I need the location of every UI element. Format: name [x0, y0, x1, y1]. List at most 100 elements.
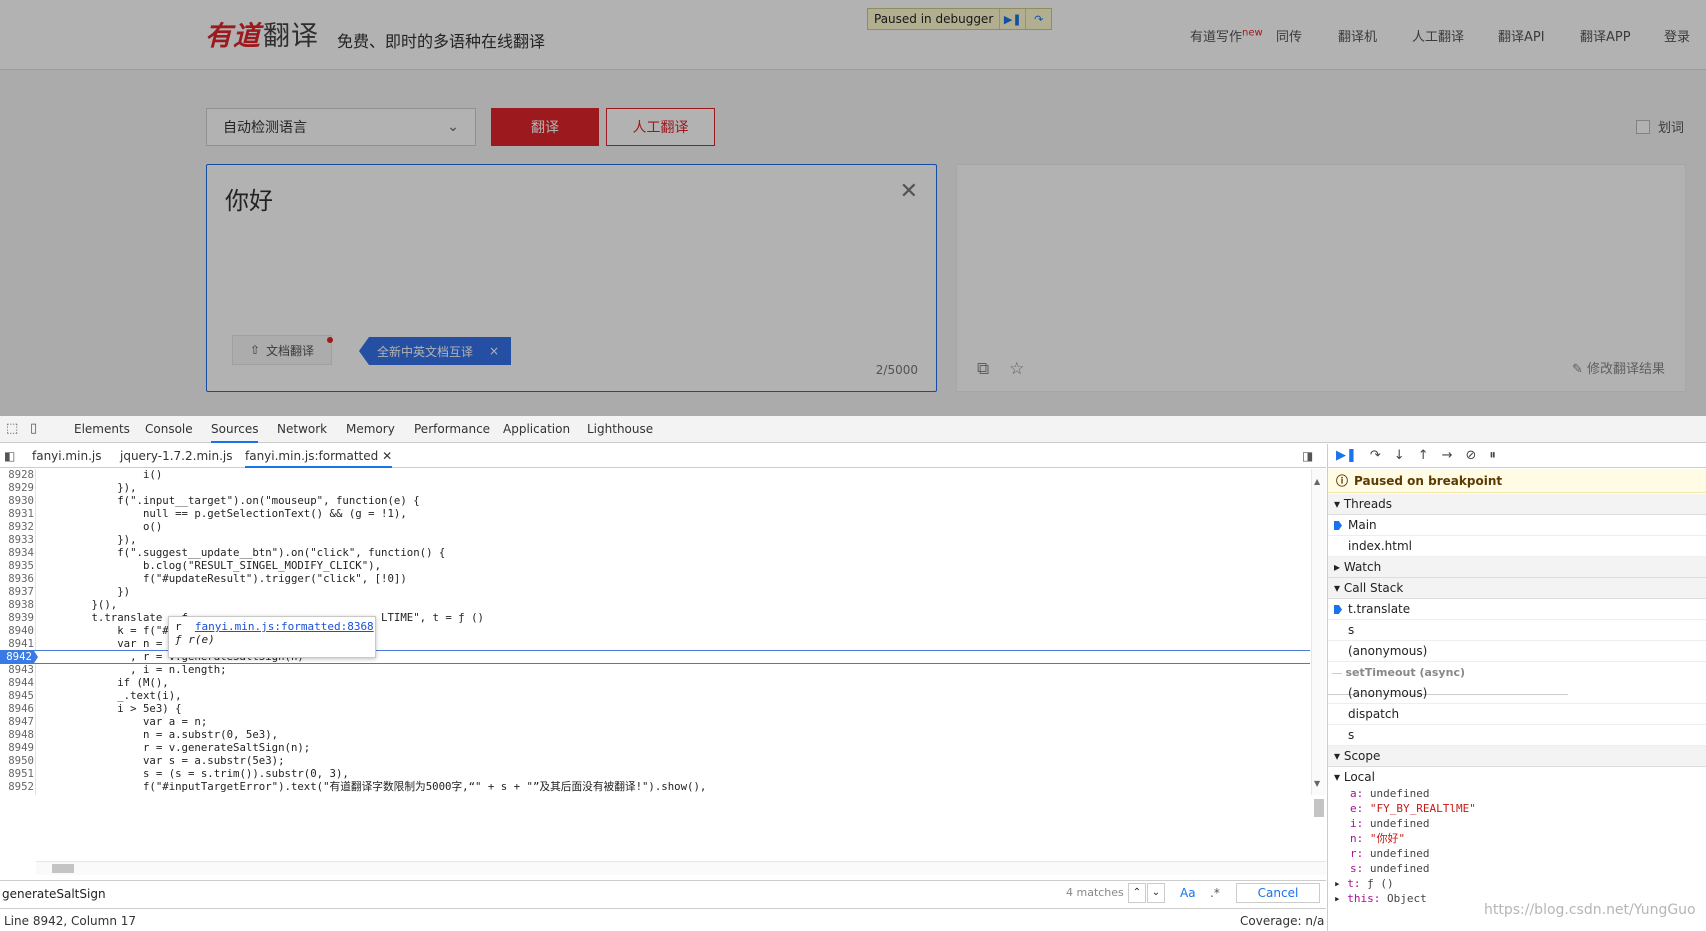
code-line[interactable]: }(), — [40, 598, 117, 612]
scope-section[interactable]: ▾ Scope — [1328, 746, 1706, 767]
editor-horizontal-scrollbar[interactable] — [36, 861, 1326, 875]
tab-console[interactable]: Console — [145, 416, 193, 443]
tab-network[interactable]: Network — [277, 416, 327, 443]
tab-elements[interactable]: Elements — [74, 416, 130, 443]
scope-variable[interactable]: a: undefined — [1350, 786, 1429, 802]
scope-variable[interactable]: n: "你好" — [1350, 831, 1405, 847]
line-number[interactable]: 8929 — [0, 481, 34, 495]
line-number[interactable]: 8931 — [0, 507, 34, 521]
line-number[interactable]: 8935 — [0, 559, 34, 573]
code-line[interactable]: _.text(i), — [40, 689, 181, 703]
callstack-frame[interactable]: s — [1328, 725, 1706, 746]
line-number[interactable]: 8950 — [0, 754, 34, 768]
line-number[interactable]: 8945 — [0, 689, 34, 703]
tab-performance[interactable]: Performance — [414, 416, 490, 443]
line-number[interactable]: 8936 — [0, 572, 34, 586]
code-line[interactable]: n = a.substr(0, 5e3), — [40, 728, 278, 742]
line-number[interactable]: 8930 — [0, 494, 34, 508]
file-tab-fanyi[interactable]: fanyi.min.js — [32, 444, 101, 468]
scope-variable[interactable]: e: "FY_BY_REALTlME" — [1350, 801, 1476, 817]
code-line[interactable]: _.addClass("fonts__overed") — [40, 793, 317, 795]
tab-sources[interactable]: Sources — [211, 416, 259, 443]
file-tab-jquery[interactable]: jquery-1.7.2.min.js — [120, 444, 232, 468]
line-number[interactable]: 8943 — [0, 663, 34, 677]
callstack-frame[interactable]: s — [1328, 620, 1706, 641]
prev-match-button[interactable]: ⌃ — [1128, 883, 1146, 903]
code-line[interactable]: , i = n.length; — [40, 663, 227, 677]
step-into-icon[interactable]: ↓ — [1394, 448, 1405, 463]
threads-section[interactable]: ▾ Threads — [1328, 494, 1706, 515]
code-line[interactable]: k = f("#lan — [40, 624, 188, 638]
match-case-button[interactable]: Aa — [1180, 886, 1196, 900]
scope-variable[interactable]: s: undefined — [1350, 861, 1429, 877]
search-input[interactable] — [2, 884, 1122, 903]
code-line[interactable]: o() — [40, 520, 162, 534]
inspect-element-icon[interactable]: ⬚ — [6, 421, 22, 437]
code-line[interactable]: s = (s = s.trim()).substr(0, 3), — [40, 767, 349, 781]
tab-memory[interactable]: Memory — [346, 416, 395, 443]
scope-variable[interactable]: ▸ this: Object — [1334, 891, 1427, 907]
resume-icon[interactable]: ▶❚ — [1336, 448, 1357, 463]
code-line[interactable]: f("#updateResult").trigger("click", [!0]… — [40, 572, 407, 586]
pause-on-exceptions-icon[interactable]: ⏸ — [1489, 448, 1496, 463]
callstack-frame[interactable]: t.translate — [1328, 599, 1706, 620]
thread-index[interactable]: index.html — [1328, 536, 1706, 557]
tab-application[interactable]: Application — [503, 416, 570, 443]
cancel-search-button[interactable]: Cancel — [1236, 883, 1320, 903]
thread-main[interactable]: Main — [1328, 515, 1706, 536]
toggle-debugger-icon[interactable]: ◨ — [1302, 444, 1313, 468]
scope-variable[interactable]: ▸ t: ƒ () — [1334, 876, 1394, 892]
code-line[interactable]: f("#inputTargetError").text("有道翻译字数限制为50… — [40, 780, 706, 794]
code-line[interactable]: b.clog("RESULT_SINGEL_MODIFY_CLICK"), — [40, 559, 381, 573]
deactivate-breakpoints-icon[interactable]: ⊘ — [1466, 448, 1477, 463]
line-number[interactable]: 8947 — [0, 715, 34, 729]
step-over-icon[interactable]: ↷ — [1370, 448, 1381, 463]
toggle-navigator-icon[interactable]: ◧ — [4, 444, 15, 468]
close-icon[interactable]: ✕ — [382, 449, 392, 463]
step-out-icon[interactable]: ↑ — [1418, 448, 1429, 463]
callstack-frame[interactable]: dispatch — [1328, 704, 1706, 725]
code-line[interactable]: }) — [40, 585, 130, 599]
code-line[interactable]: if (M(), — [40, 676, 169, 690]
line-number[interactable]: 8941 — [0, 637, 34, 651]
code-line[interactable]: }), — [40, 533, 136, 547]
code-line[interactable]: f(".input__target").on("mouseup", functi… — [40, 494, 419, 508]
line-number[interactable]: 8940 — [0, 624, 34, 638]
code-line[interactable]: r = v.generateSaltSign(n); — [40, 741, 310, 755]
code-line[interactable]: var a = n; — [40, 715, 207, 729]
expand-icon[interactable]: ▸ — [1334, 892, 1347, 905]
watch-section[interactable]: ▸ Watch — [1328, 557, 1706, 578]
file-tab-fanyi-formatted[interactable]: fanyi.min.js:formatted ✕ — [245, 444, 393, 468]
line-number[interactable]: 8953 — [0, 793, 34, 795]
popover-source-link[interactable]: fanyi.min.js:formatted:8368 — [195, 620, 374, 633]
callstack-frame[interactable]: (anonymous) — [1328, 683, 1706, 704]
code-line[interactable]: null == p.getSelectionText() && (g = !1)… — [40, 507, 407, 521]
line-number[interactable]: 8937 — [0, 585, 34, 599]
expand-icon[interactable]: ▸ — [1334, 877, 1347, 890]
callstack-section[interactable]: ▾ Call Stack — [1328, 578, 1706, 599]
line-number[interactable]: 8946 — [0, 702, 34, 716]
line-number[interactable]: 8934 — [0, 546, 34, 560]
scope-variable[interactable]: i: undefined — [1350, 816, 1429, 832]
scope-variable[interactable]: r: undefined — [1350, 846, 1429, 862]
line-number[interactable]: 8951 — [0, 767, 34, 781]
line-number[interactable]: 8932 — [0, 520, 34, 534]
line-number[interactable]: 8944 — [0, 676, 34, 690]
code-line[interactable]: f(".suggest__update__btn").on("click", f… — [40, 546, 445, 560]
code-line[interactable]: i > 5e3) { — [40, 702, 181, 716]
line-number[interactable]: 8948 — [0, 728, 34, 742]
line-number[interactable]: 8933 — [0, 533, 34, 547]
line-number[interactable]: 8939 — [0, 611, 34, 625]
code-line[interactable]: }), — [40, 481, 136, 495]
next-match-button[interactable]: ⌄ — [1147, 883, 1165, 903]
code-line[interactable]: var s = a.substr(5e3); — [40, 754, 285, 768]
step-icon[interactable]: → — [1442, 448, 1453, 463]
line-number[interactable]: 8949 — [0, 741, 34, 755]
editor-vertical-scrollbar[interactable]: ▲ ▼ — [1311, 469, 1326, 817]
coverage-status[interactable]: Coverage: n/a — [1240, 914, 1324, 928]
device-toggle-icon[interactable]: ▯ — [30, 421, 46, 437]
scope-local[interactable]: ▾ Local — [1334, 768, 1375, 786]
breakpoint-marker[interactable]: 8942 — [0, 650, 38, 664]
line-number[interactable]: 8938 — [0, 598, 34, 612]
line-number[interactable]: 8952 — [0, 780, 34, 794]
